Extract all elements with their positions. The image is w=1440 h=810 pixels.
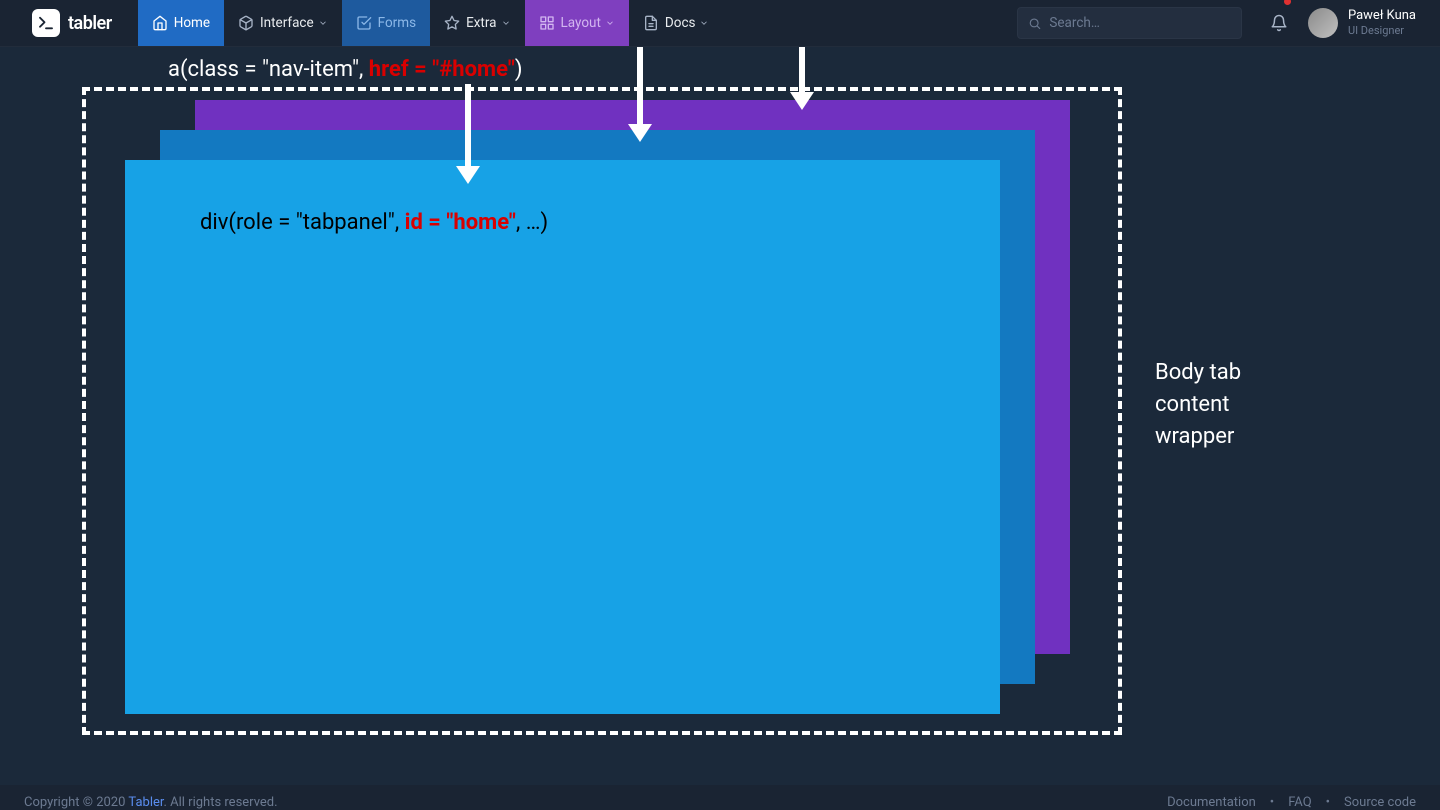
nav-item-extra[interactable]: Extra [430,0,524,46]
footer-link-source[interactable]: Source code [1344,795,1416,810]
footer-copyright: Copyright © 2020 Tabler. All rights rese… [24,795,278,810]
top-navbar: tabler Home Interface Forms Extra Layout [0,0,1440,47]
annotation-line: content [1155,389,1241,421]
nav-item-home[interactable]: Home [138,0,224,46]
checkbox-icon [356,15,372,31]
footer-link-docs[interactable]: Documentation [1167,795,1256,810]
nav-label-home: Home [174,15,210,31]
brand-logo[interactable]: tabler [24,0,120,46]
annotation-text-highlight: href = "#home" [369,57,515,82]
chevron-down-icon [501,18,511,28]
user-name: Paweł Kuna [1348,8,1416,24]
nav-item-docs[interactable]: Docs [629,0,724,46]
arrow-layout-icon [792,47,812,110]
nav-label-docs: Docs [665,15,696,31]
nav-label-extra: Extra [466,15,496,31]
separator-dot-icon: • [1326,795,1330,810]
bell-icon [1270,14,1288,32]
brand-logo-icon [32,9,60,37]
layout-icon [539,15,555,31]
star-icon [444,15,460,31]
annotation-text: , …) [516,210,548,235]
footer-text: Copyright © 2020 [24,795,128,810]
nav-label-layout: Layout [561,15,601,31]
nav-label-forms: Forms [378,15,416,31]
annotation-nav-code: a(class = "nav-item", href = "#home") [168,57,523,82]
annotation-panel-code: div(role = "tabpanel", id = "home", …) [200,210,548,235]
search-input[interactable] [1049,15,1231,31]
user-menu[interactable]: Paweł Kuna UI Designer [1308,0,1416,46]
footer: Copyright © 2020 Tabler. All rights rese… [0,785,1440,810]
user-info: Paweł Kuna UI Designer [1348,8,1416,38]
annotation-text-highlight: id = "home" [405,210,516,235]
annotation-text: a(class = "nav-item", [168,57,369,82]
footer-link-faq[interactable]: FAQ [1288,795,1311,810]
home-icon [152,15,168,31]
diagram-stage: a(class = "nav-item", href = "#home") di… [0,47,1440,785]
avatar [1308,8,1338,38]
annotation-text: ) [515,57,523,82]
notifications-button[interactable] [1270,0,1288,46]
nav-item-interface[interactable]: Interface [224,0,342,46]
footer-brand-link[interactable]: Tabler [128,795,163,810]
brand-name: tabler [68,13,112,34]
nav-item-forms[interactable]: Forms [342,0,430,46]
tabpanel-home: div(role = "tabpanel", id = "home", …) [125,160,1000,714]
nav-label-interface: Interface [260,15,314,31]
search-icon [1028,16,1041,31]
annotation-line: Body tab [1155,357,1241,389]
package-icon [238,15,254,31]
annotation-line: wrapper [1155,421,1241,453]
annotation-side-label: Body tab content wrapper [1155,357,1241,453]
footer-text: . All rights reserved. [164,795,278,810]
arrow-forms-icon [630,47,650,142]
footer-links: Documentation • FAQ • Source code [1167,795,1416,810]
annotation-text: div(role = "tabpanel", [200,210,405,235]
arrow-home-icon [458,84,478,184]
chevron-down-icon [605,18,615,28]
file-icon [643,15,659,31]
separator-dot-icon: • [1270,795,1274,810]
notification-dot-icon [1284,0,1291,5]
nav-item-layout[interactable]: Layout [525,0,629,46]
chevron-down-icon [699,18,709,28]
main-nav: Home Interface Forms Extra Layout Docs [138,0,724,46]
search-input-wrapper[interactable] [1017,7,1242,39]
chevron-down-icon [318,18,328,28]
user-role: UI Designer [1348,24,1416,38]
